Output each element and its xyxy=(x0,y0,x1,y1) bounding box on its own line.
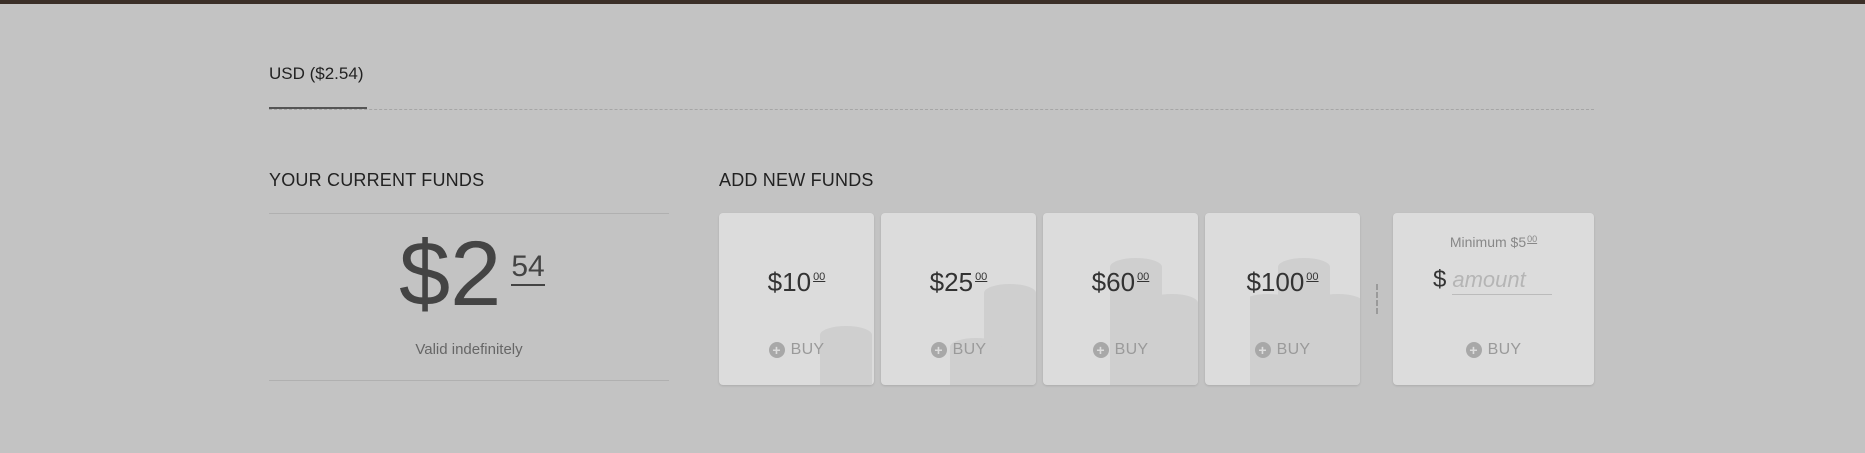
minimum-text: Minimum $5 xyxy=(1449,234,1527,250)
currency-tabs: USD ($2.54) xyxy=(269,62,1594,110)
price-cents: 00 xyxy=(975,271,988,283)
package-card-25[interactable]: $25 00 + BUY xyxy=(881,213,1036,385)
plus-circle-icon: + xyxy=(1254,342,1271,358)
price-dollars: $100 xyxy=(1246,267,1305,297)
buy-button[interactable]: + BUY xyxy=(1043,341,1198,359)
current-funds-title: YOUR CURRENT FUNDS xyxy=(269,170,485,190)
price-dollars: $60 xyxy=(1091,267,1136,297)
package-price: $25 00 xyxy=(881,265,1036,299)
buy-label: BUY xyxy=(790,341,825,358)
currency-symbol: $ xyxy=(1433,266,1447,293)
price-dollars: $25 xyxy=(929,267,974,297)
package-price: $100 00 xyxy=(1205,265,1360,299)
price-cents: 00 xyxy=(1137,271,1150,283)
buy-button[interactable]: + BUY xyxy=(881,341,1036,359)
price-dollars: $10 xyxy=(767,267,812,297)
add-funds-title: ADD NEW FUNDS xyxy=(719,170,874,190)
plus-circle-icon: + xyxy=(768,342,785,358)
current-balance: $2 54 xyxy=(399,224,545,324)
minimum-amount-label: Minimum $5 00 xyxy=(1393,234,1594,250)
package-card-10[interactable]: $10 00 + BUY xyxy=(719,213,874,385)
package-card-100[interactable]: $100 00 + BUY xyxy=(1205,213,1360,385)
balance-cents: 54 xyxy=(511,252,545,286)
buy-label: BUY xyxy=(952,341,987,358)
minimum-cents: 00 xyxy=(1527,234,1538,244)
price-cents: 00 xyxy=(813,271,826,283)
plus-circle-icon: + xyxy=(1092,342,1109,358)
validity-text: Valid indefinitely xyxy=(415,341,523,358)
buy-label: BUY xyxy=(1487,341,1522,358)
buy-label: BUY xyxy=(1114,341,1149,358)
plus-circle-icon: + xyxy=(1465,342,1482,358)
plus-circle-icon: + xyxy=(930,342,947,358)
current-funds-panel: $2 54 Valid indefinitely xyxy=(269,213,669,381)
custom-buy-button[interactable]: + BUY xyxy=(1393,341,1594,359)
tab-usd[interactable]: USD ($2.54) xyxy=(269,64,368,109)
top-header-strip xyxy=(0,0,1865,4)
buy-button[interactable]: + BUY xyxy=(1205,341,1360,359)
price-cents: 00 xyxy=(1306,271,1319,283)
balance-dollars: $2 xyxy=(399,223,502,325)
package-card-60[interactable]: $60 00 + BUY xyxy=(1043,213,1198,385)
separator xyxy=(1376,284,1378,314)
custom-amount-card: Minimum $5 00 $ + BUY xyxy=(1393,213,1594,385)
buy-label: BUY xyxy=(1276,341,1311,358)
package-price: $10 00 xyxy=(719,265,874,299)
amount-input[interactable] xyxy=(1452,265,1553,295)
package-price: $60 00 xyxy=(1043,265,1198,299)
buy-button[interactable]: + BUY xyxy=(719,341,874,359)
amount-row: $ xyxy=(1433,265,1553,295)
